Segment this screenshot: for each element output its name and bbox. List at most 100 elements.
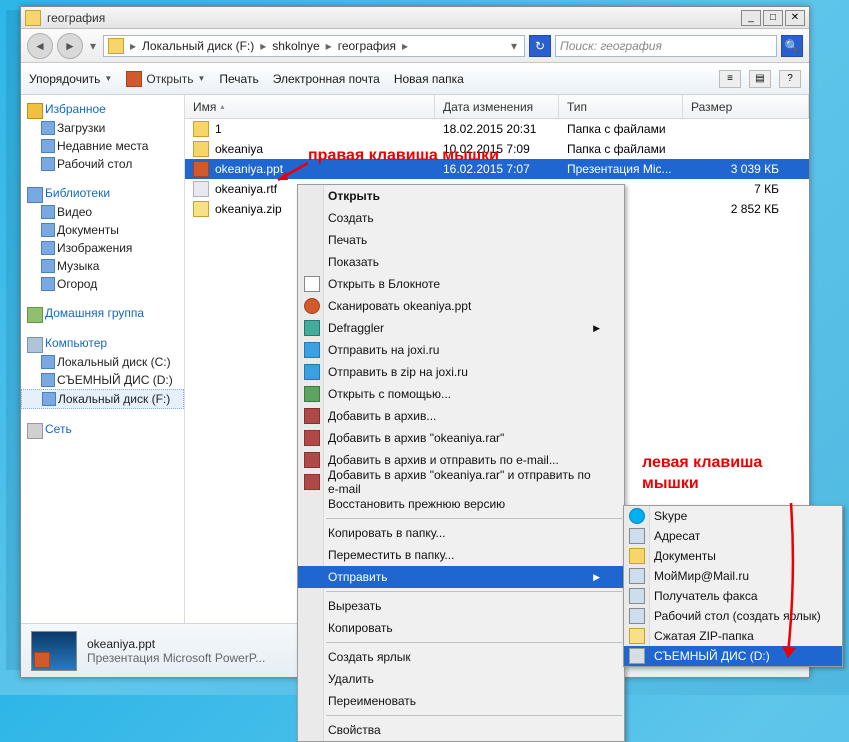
print-button[interactable]: Печать xyxy=(219,72,258,86)
menu-item[interactable]: Создать ярлык xyxy=(298,646,624,668)
view-options-button[interactable]: ≡ xyxy=(719,70,741,88)
search-input[interactable]: Поиск: география xyxy=(555,35,777,57)
column-headers[interactable]: Имя▴ Дата изменения Тип Размер xyxy=(185,95,809,119)
breadcrumb-p2[interactable]: география xyxy=(338,39,396,53)
nav-item[interactable]: СЪЕМНЫЙ ДИС (D:) xyxy=(21,371,184,389)
joxi-icon xyxy=(304,342,320,358)
submenu-label: Адресат xyxy=(654,529,700,543)
breadcrumb-root[interactable]: Локальный диск (F:) xyxy=(142,39,254,53)
chevron-icon[interactable]: ▸ xyxy=(260,39,266,53)
nav-homegroup[interactable]: Домашняя группа xyxy=(21,303,184,323)
menu-item[interactable]: Открыть xyxy=(298,185,624,207)
nav-computer[interactable]: Компьютер xyxy=(21,333,184,353)
rtf-icon xyxy=(193,181,209,197)
file-name: okeaniya.rtf xyxy=(215,182,277,196)
submenu-item[interactable]: МойМир@Mail.ru xyxy=(624,566,842,586)
nav-item[interactable]: Видео xyxy=(21,203,184,221)
menu-item[interactable]: Переместить в папку... xyxy=(298,544,624,566)
nav-favorites[interactable]: Избранное xyxy=(21,99,184,119)
menu-item[interactable]: Открыть в Блокноте xyxy=(298,273,624,295)
file-date: 10.02.2015 7:09 xyxy=(435,142,559,156)
menu-item[interactable]: Отправить в zip на joxi.ru xyxy=(298,361,624,383)
breadcrumb-p1[interactable]: shkolnye xyxy=(272,39,319,53)
menu-item[interactable]: Удалить xyxy=(298,668,624,690)
nav-item[interactable]: Локальный диск (С:) xyxy=(21,353,184,371)
drv-icon xyxy=(629,648,645,664)
rar-icon xyxy=(304,474,320,490)
nav-item[interactable]: Загрузки xyxy=(21,119,184,137)
nav-libraries[interactable]: Библиотеки xyxy=(21,183,184,203)
organize-menu[interactable]: Упорядочить▼ xyxy=(29,72,112,86)
menu-item[interactable]: Открыть с помощью... xyxy=(298,383,624,405)
menu-item[interactable]: Переименовать xyxy=(298,690,624,712)
menu-item[interactable]: Добавить в архив "okeaniya.rar" xyxy=(298,427,624,449)
nav-item[interactable]: Рабочий стол xyxy=(21,155,184,173)
submenu-item[interactable]: Skype xyxy=(624,506,842,526)
menu-label: Свойства xyxy=(328,723,381,737)
maximize-button[interactable]: □ xyxy=(763,10,783,26)
menu-label: Добавить в архив "okeaniya.rar" xyxy=(328,431,504,445)
menu-item[interactable]: Отправить▶ xyxy=(298,566,624,588)
scan-icon xyxy=(304,298,320,314)
sendto-submenu[interactable]: Skype Адресат Документы МойМир@Mail.ru Получ… xyxy=(623,505,843,667)
history-dropdown[interactable]: ▾ xyxy=(87,37,99,55)
chevron-icon[interactable]: ▸ xyxy=(402,39,408,53)
menu-item[interactable]: Добавить в архив "okeaniya.rar" и отправ… xyxy=(298,471,624,493)
search-button[interactable]: 🔍 xyxy=(781,35,803,57)
nav-item[interactable]: Музыка xyxy=(21,257,184,275)
submenu-item[interactable]: Рабочий стол (создать ярлык) xyxy=(624,606,842,626)
menu-item[interactable]: Создать xyxy=(298,207,624,229)
preview-pane-button[interactable]: ▤ xyxy=(749,70,771,88)
context-menu[interactable]: ОткрытьСоздатьПечатьПоказатьОткрыть в Бл… xyxy=(297,184,625,742)
file-size: 3 039 КБ xyxy=(683,162,809,176)
menu-item[interactable]: Копировать xyxy=(298,617,624,639)
col-date[interactable]: Дата изменения xyxy=(435,95,559,118)
menu-item[interactable]: Печать xyxy=(298,229,624,251)
open-button[interactable]: Открыть▼ xyxy=(126,71,205,87)
file-row[interactable]: okeaniya10.02.2015 7:09Папка с файлами xyxy=(185,139,809,159)
menu-label: Сканировать okeaniya.ppt xyxy=(328,299,471,313)
menu-item[interactable]: Вырезать xyxy=(298,595,624,617)
submenu-item[interactable]: Адресат xyxy=(624,526,842,546)
col-size[interactable]: Размер xyxy=(683,95,809,118)
col-type[interactable]: Тип xyxy=(559,95,683,118)
submenu-item[interactable]: Получатель факса xyxy=(624,586,842,606)
menu-item[interactable]: Восстановить прежнюю версию xyxy=(298,493,624,515)
nav-network[interactable]: Сеть xyxy=(21,419,184,439)
address-bar[interactable]: ▸ Локальный диск (F:) ▸ shkolnye ▸ геогр… xyxy=(103,35,525,57)
submenu-label: МойМир@Mail.ru xyxy=(654,569,749,583)
menu-item[interactable]: Отправить на joxi.ru xyxy=(298,339,624,361)
file-row[interactable]: okeaniya.ppt16.02.2015 7:07Презентация M… xyxy=(185,159,809,179)
menu-item[interactable]: Свойства xyxy=(298,719,624,741)
menu-item[interactable]: Defraggler▶ xyxy=(298,317,624,339)
file-row[interactable]: 118.02.2015 20:31Папка с файлами xyxy=(185,119,809,139)
forward-button[interactable]: ► xyxy=(57,33,83,59)
nav-item[interactable]: Огород xyxy=(21,275,184,293)
chevron-icon[interactable]: ▸ xyxy=(326,39,332,53)
minimize-button[interactable]: _ xyxy=(741,10,761,26)
email-button[interactable]: Электронная почта xyxy=(273,72,380,86)
nav-item[interactable]: Локальный диск (F:) xyxy=(21,389,184,409)
menu-item[interactable]: Сканировать okeaniya.ppt xyxy=(298,295,624,317)
chevron-icon[interactable]: ▸ xyxy=(130,39,136,53)
help-button[interactable]: ? xyxy=(779,70,801,88)
titlebar[interactable]: география _ □ ✕ xyxy=(21,7,809,29)
menu-label: Копировать в папку... xyxy=(328,526,446,540)
address-dropdown[interactable]: ▾ xyxy=(508,37,520,55)
nav-item[interactable]: Документы xyxy=(21,221,184,239)
nav-pane[interactable]: Избранное ЗагрузкиНедавние местаРабочий … xyxy=(21,95,185,623)
refresh-button[interactable]: ↻ xyxy=(529,35,551,57)
menu-item[interactable]: Добавить в архив... xyxy=(298,405,624,427)
submenu-item[interactable]: СЪЕМНЫЙ ДИС (D:) xyxy=(624,646,842,666)
nav-item[interactable]: Изображения xyxy=(21,239,184,257)
menu-item[interactable]: Показать xyxy=(298,251,624,273)
close-button[interactable]: ✕ xyxy=(785,10,805,26)
newfolder-button[interactable]: Новая папка xyxy=(394,72,464,86)
menu-label: Открыть с помощью... xyxy=(328,387,451,401)
back-button[interactable]: ◄ xyxy=(27,33,53,59)
nav-item[interactable]: Недавние места xyxy=(21,137,184,155)
menu-item[interactable]: Копировать в папку... xyxy=(298,522,624,544)
submenu-item[interactable]: Сжатая ZIP-папка xyxy=(624,626,842,646)
col-name[interactable]: Имя▴ xyxy=(185,95,435,118)
submenu-item[interactable]: Документы xyxy=(624,546,842,566)
